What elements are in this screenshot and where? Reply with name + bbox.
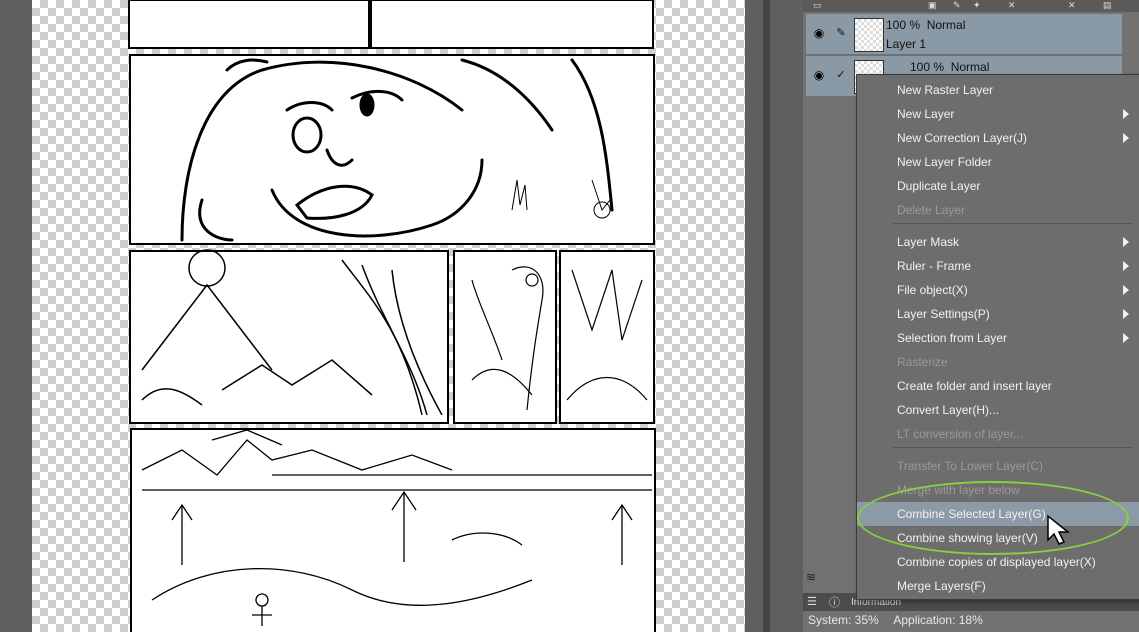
check-icon[interactable]: ✓ <box>834 68 848 82</box>
menu-item-label: Rasterize <box>897 355 948 369</box>
menu-separator <box>893 223 1133 224</box>
menu-item-label: Selection from Layer <box>897 331 1008 345</box>
menu-item-label: Ruler - Frame <box>897 259 972 273</box>
toolbar-button-icon[interactable]: ▭ <box>813 0 822 10</box>
system-usage: System: 35% <box>808 613 879 627</box>
info-icon[interactable]: ⓘ <box>829 594 840 610</box>
chevron-right-icon <box>1123 237 1129 247</box>
menu-item-label: File object(X) <box>897 283 968 297</box>
menu-item[interactable]: New Correction Layer(J) <box>857 126 1139 150</box>
layer-stack-icon[interactable]: ≋ <box>806 570 830 592</box>
eye-icon[interactable]: ◉ <box>812 26 826 40</box>
menu-item-label: Layer Settings(P) <box>897 307 990 321</box>
menu-item-label: New Raster Layer <box>897 83 994 97</box>
menu-item-label: New Correction Layer(J) <box>897 131 1028 145</box>
lightbulb-icon[interactable]: ✦ <box>973 0 981 10</box>
status-line: System: 35% Application: 18% <box>808 613 995 627</box>
layer-context-menu: New Raster Layer New Layer New Correction … <box>856 74 1139 600</box>
menu-item: Merge with layer below <box>857 478 1139 502</box>
menu-item[interactable]: Layer Settings(P) <box>857 302 1139 326</box>
layer-thumbnail <box>854 18 884 52</box>
chevron-right-icon <box>1123 109 1129 119</box>
menu-item-label: Combine copies of displayed layer(X) <box>897 555 1096 569</box>
menu-item-label: Convert Layer(H)... <box>897 403 1000 417</box>
menu-item-label: Merge with layer below <box>897 483 1020 497</box>
layer-icon[interactable]: ▣ <box>928 0 937 10</box>
layer-options-icon[interactable]: ▤ <box>1103 0 1112 10</box>
cursor-icon <box>1047 514 1071 545</box>
comic-page-artwork <box>128 0 656 632</box>
pen-icon[interactable]: ✎ <box>834 26 848 40</box>
menu-item[interactable]: Ruler - Frame <box>857 254 1139 278</box>
comic-artboard[interactable] <box>32 0 745 632</box>
menu-item-label: Combine Selected Layer(G) <box>897 507 1046 521</box>
chevron-right-icon <box>1123 285 1129 295</box>
pen-icon[interactable]: ✎ <box>953 0 961 10</box>
menu-item-label: Layer Mask <box>897 235 960 249</box>
menu-item: Transfer To Lower Layer(C) <box>857 454 1139 478</box>
menu-item-label: LT conversion of layer... <box>897 427 1024 441</box>
menu-item[interactable]: New Layer Folder <box>857 150 1139 174</box>
menu-item[interactable]: New Raster Layer <box>857 78 1139 102</box>
eye-icon[interactable]: ◉ <box>812 68 826 82</box>
application-usage: Application: 18% <box>893 613 983 627</box>
menu-item[interactable]: Create folder and insert layer <box>857 374 1139 398</box>
layer-panel-toolbar: ▭ ▣ ✎ ✦ ✕ ✕ ▤ <box>803 0 1139 12</box>
menu-icon[interactable]: ☰ <box>807 595 817 608</box>
menu-item-label: Transfer To Lower Layer(C) <box>897 459 1044 473</box>
menu-item[interactable]: New Layer <box>857 102 1139 126</box>
menu-item[interactable]: Combine Selected Layer(G) <box>857 502 1139 526</box>
menu-item-label: New Layer <box>897 107 955 121</box>
layer-opacity-blend: 100 % Normal <box>910 60 990 74</box>
chevron-right-icon <box>1123 333 1129 343</box>
menu-item-label: Delete Layer <box>897 203 966 217</box>
menu-item: LT conversion of layer... <box>857 422 1139 446</box>
delete-icon[interactable]: ✕ <box>1008 0 1016 10</box>
menu-item[interactable]: Duplicate Layer <box>857 174 1139 198</box>
menu-separator <box>893 447 1133 448</box>
canvas-scrollbar[interactable] <box>763 0 770 632</box>
menu-item[interactable]: Selection from Layer <box>857 326 1139 350</box>
chevron-right-icon <box>1123 261 1129 271</box>
menu-item[interactable]: Convert Layer(H)... <box>857 398 1139 422</box>
menu-item-label: Merge Layers(F) <box>897 579 986 593</box>
menu-item[interactable]: Combine copies of displayed layer(X) <box>857 550 1139 574</box>
menu-item: Delete Layer <box>857 198 1139 222</box>
menu-item-label: Duplicate Layer <box>897 179 981 193</box>
layer-row[interactable]: ◉ ✎ 100 % Normal Layer 1 <box>806 14 1122 54</box>
menu-item-label: Create folder and insert layer <box>897 379 1052 393</box>
menu-item: Rasterize <box>857 350 1139 374</box>
menu-item-label: New Layer Folder <box>897 155 992 169</box>
layer-opacity-blend: 100 % Normal <box>886 18 966 32</box>
chevron-right-icon <box>1123 133 1129 143</box>
menu-item[interactable]: Layer Mask <box>857 230 1139 254</box>
menu-item[interactable]: File object(X) <box>857 278 1139 302</box>
menu-item-label: Combine showing layer(V) <box>897 531 1038 545</box>
chevron-right-icon <box>1123 309 1129 319</box>
menu-item[interactable]: Merge Layers(F) <box>857 574 1139 598</box>
layer-name: Layer 1 <box>886 37 927 51</box>
menu-item[interactable]: Combine showing layer(V) <box>857 526 1139 550</box>
trash-icon[interactable]: ✕ <box>1068 0 1076 10</box>
